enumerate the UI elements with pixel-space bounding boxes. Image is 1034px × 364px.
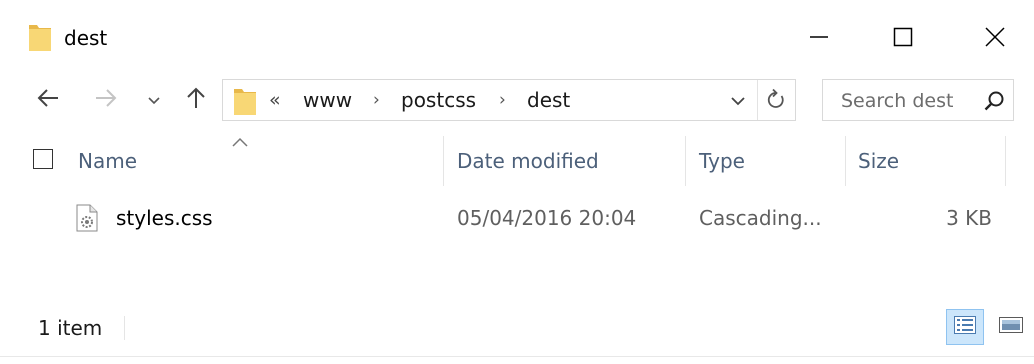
navigation-bar: « www › postcss › dest Search dest — [0, 76, 1034, 124]
window-title: dest — [64, 26, 108, 50]
breadcrumb-separator[interactable]: › — [373, 88, 380, 112]
arrow-left-icon — [36, 88, 60, 112]
column-divider[interactable] — [685, 136, 686, 186]
minimize-icon — [809, 27, 829, 47]
search-placeholder: Search dest — [841, 90, 954, 112]
forward-button[interactable] — [88, 84, 124, 116]
search-icon[interactable] — [981, 88, 1007, 114]
file-name[interactable]: styles.css — [116, 205, 213, 231]
arrow-up-icon — [186, 86, 206, 114]
refresh-button[interactable] — [761, 86, 791, 116]
css-file-icon — [76, 204, 98, 232]
chevron-down-icon — [147, 91, 161, 110]
maximize-button[interactable] — [880, 14, 926, 60]
file-date-modified: 05/04/2016 20:04 — [457, 206, 637, 230]
minimize-button[interactable] — [796, 14, 842, 60]
large-icons-view-button[interactable] — [992, 309, 1030, 345]
recent-locations-button[interactable] — [140, 84, 168, 116]
breadcrumb-www[interactable]: www — [303, 88, 352, 112]
address-bar[interactable]: « www › postcss › dest — [222, 79, 796, 121]
address-divider — [757, 80, 758, 120]
column-header-size[interactable]: Size — [858, 148, 899, 174]
title-bar[interactable]: dest — [0, 0, 1034, 76]
item-count: 1 item — [38, 316, 103, 340]
file-size: 3 KB — [946, 206, 992, 230]
up-button[interactable] — [178, 84, 214, 116]
close-button[interactable] — [972, 14, 1018, 60]
maximize-icon — [893, 27, 913, 47]
close-icon — [984, 26, 1006, 48]
arrow-right-icon — [94, 88, 118, 112]
breadcrumb-dest[interactable]: dest — [527, 88, 570, 112]
back-button[interactable] — [30, 84, 66, 116]
window-bottom-border — [0, 356, 1034, 357]
breadcrumb-postcss[interactable]: postcss — [401, 88, 476, 112]
breadcrumb-separator[interactable]: › — [499, 88, 506, 112]
file-row[interactable]: styles.css 05/04/2016 20:04 Cascading...… — [60, 196, 1010, 240]
column-divider[interactable] — [845, 136, 846, 186]
column-header-date-modified[interactable]: Date modified — [457, 148, 599, 174]
sort-ascending-icon — [230, 134, 250, 148]
breadcrumb-overflow-button[interactable]: « — [269, 88, 281, 112]
explorer-window: dest « www › postcss › dest Search dest … — [0, 0, 1034, 364]
file-type: Cascading... — [699, 206, 822, 230]
chevron-down-icon — [730, 92, 746, 111]
search-input[interactable]: Search dest — [822, 79, 1014, 121]
column-divider[interactable] — [443, 136, 444, 186]
select-all-checkbox[interactable] — [33, 149, 53, 169]
status-bar: 1 item — [0, 300, 1034, 358]
address-dropdown-button[interactable] — [723, 86, 753, 116]
status-divider — [124, 316, 125, 340]
column-header-type[interactable]: Type — [699, 148, 745, 174]
column-header-name[interactable]: Name — [78, 148, 137, 174]
folder-icon — [28, 22, 52, 52]
column-divider[interactable] — [1005, 136, 1006, 186]
folder-icon — [233, 86, 257, 116]
refresh-icon — [766, 88, 786, 114]
large-icons-view-icon — [998, 315, 1024, 339]
details-view-button[interactable] — [946, 309, 984, 345]
details-view-icon — [953, 315, 977, 339]
